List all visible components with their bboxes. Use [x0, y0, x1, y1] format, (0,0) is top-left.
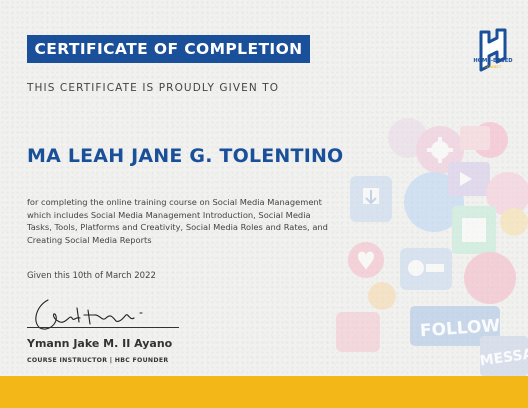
course-description: for completing the online training cours…: [27, 197, 328, 245]
logo-subtext: CONNECT: [484, 65, 502, 69]
bottom-accent-bar: [0, 376, 528, 408]
logo-text: HOME-BASED: [473, 58, 513, 64]
issue-date: Given this 10th of March 2022: [27, 271, 156, 281]
signer-name: Ymann Jake M. II Ayano: [27, 337, 173, 350]
given-to-text: THIS CERTIFICATE IS PROUDLY GIVEN TO: [27, 82, 280, 94]
signature-line: [27, 327, 179, 328]
recipient-name: MA LEAH JANE G. TOLENTINO: [27, 145, 344, 167]
signer-role: COURSE INSTRUCTOR | HBC FOUNDER: [27, 357, 169, 364]
social-media-collage: FOLLOW MESSAG: [336, 118, 528, 376]
certificate-page: CERTIFICATE OF COMPLETION THIS CERTIFICA…: [0, 0, 528, 408]
certificate-title: CERTIFICATE OF COMPLETION: [27, 35, 310, 63]
